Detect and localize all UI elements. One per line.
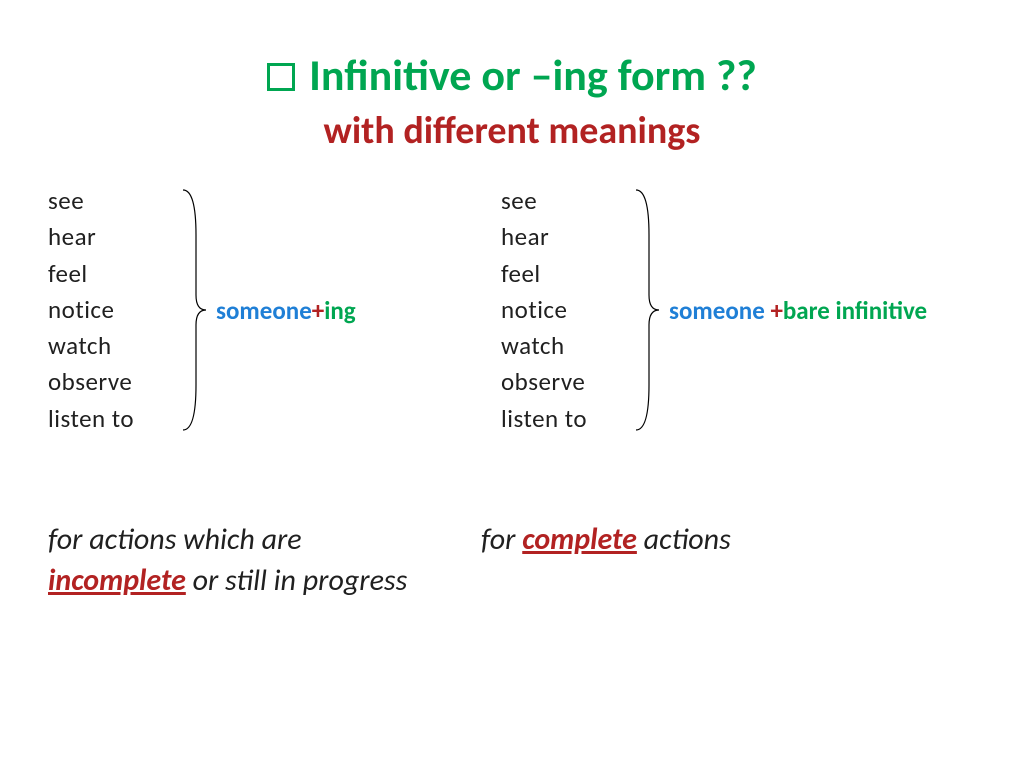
column-ing: see hear feel notice watch observe liste… xyxy=(48,180,521,601)
content-columns: see hear feel notice watch observe liste… xyxy=(0,154,1024,601)
explain-post: actions xyxy=(637,521,731,558)
verb-item: see xyxy=(501,183,631,219)
subtitle: with different meanings xyxy=(0,108,1024,154)
verb-item: feel xyxy=(48,256,178,292)
pattern-tail: ing xyxy=(324,295,355,326)
explain-highlight: incomplete xyxy=(48,562,186,599)
bullet-square-icon xyxy=(267,63,295,91)
pattern-plus: + xyxy=(770,295,782,326)
verb-item: see xyxy=(48,183,178,219)
verb-item: observe xyxy=(48,364,178,400)
explanation-bare-infinitive: for complete actions xyxy=(481,520,841,561)
verb-item: listen to xyxy=(48,401,178,437)
verb-item: feel xyxy=(501,256,631,292)
pattern-ing: someone+ing xyxy=(216,295,356,326)
brace-icon xyxy=(631,185,661,435)
pattern-bare-infinitive: someone +bare infinitive xyxy=(669,295,927,326)
verb-item: notice xyxy=(48,292,178,328)
slide-header: Infinitive or –ing form ?? with differen… xyxy=(0,0,1024,154)
verb-item: watch xyxy=(501,328,631,364)
verb-list-right: see hear feel notice watch observe liste… xyxy=(501,183,631,437)
column-bare-infinitive: see hear feel notice watch observe liste… xyxy=(521,180,994,601)
verb-item: observe xyxy=(501,364,631,400)
explain-post: or still in progress xyxy=(186,562,407,599)
brace-icon xyxy=(178,185,208,435)
explain-pre: for actions which are xyxy=(48,521,302,558)
verb-list-left: see hear feel notice watch observe liste… xyxy=(48,183,178,437)
pattern-plus: + xyxy=(312,295,324,326)
pattern-prefix: someone xyxy=(216,295,312,326)
verb-item: hear xyxy=(501,219,631,255)
explain-pre: for xyxy=(481,521,522,558)
explanation-ing: for actions which are incomplete or stil… xyxy=(48,520,408,601)
pattern-tail: bare infinitive xyxy=(783,295,927,326)
verb-item: hear xyxy=(48,219,178,255)
main-title: Infinitive or –ing form ?? xyxy=(309,48,757,102)
verb-item: notice xyxy=(501,292,631,328)
pattern-prefix: someone xyxy=(669,295,770,326)
explain-highlight: complete xyxy=(522,521,637,558)
verb-item: watch xyxy=(48,328,178,364)
verb-item: listen to xyxy=(501,401,631,437)
